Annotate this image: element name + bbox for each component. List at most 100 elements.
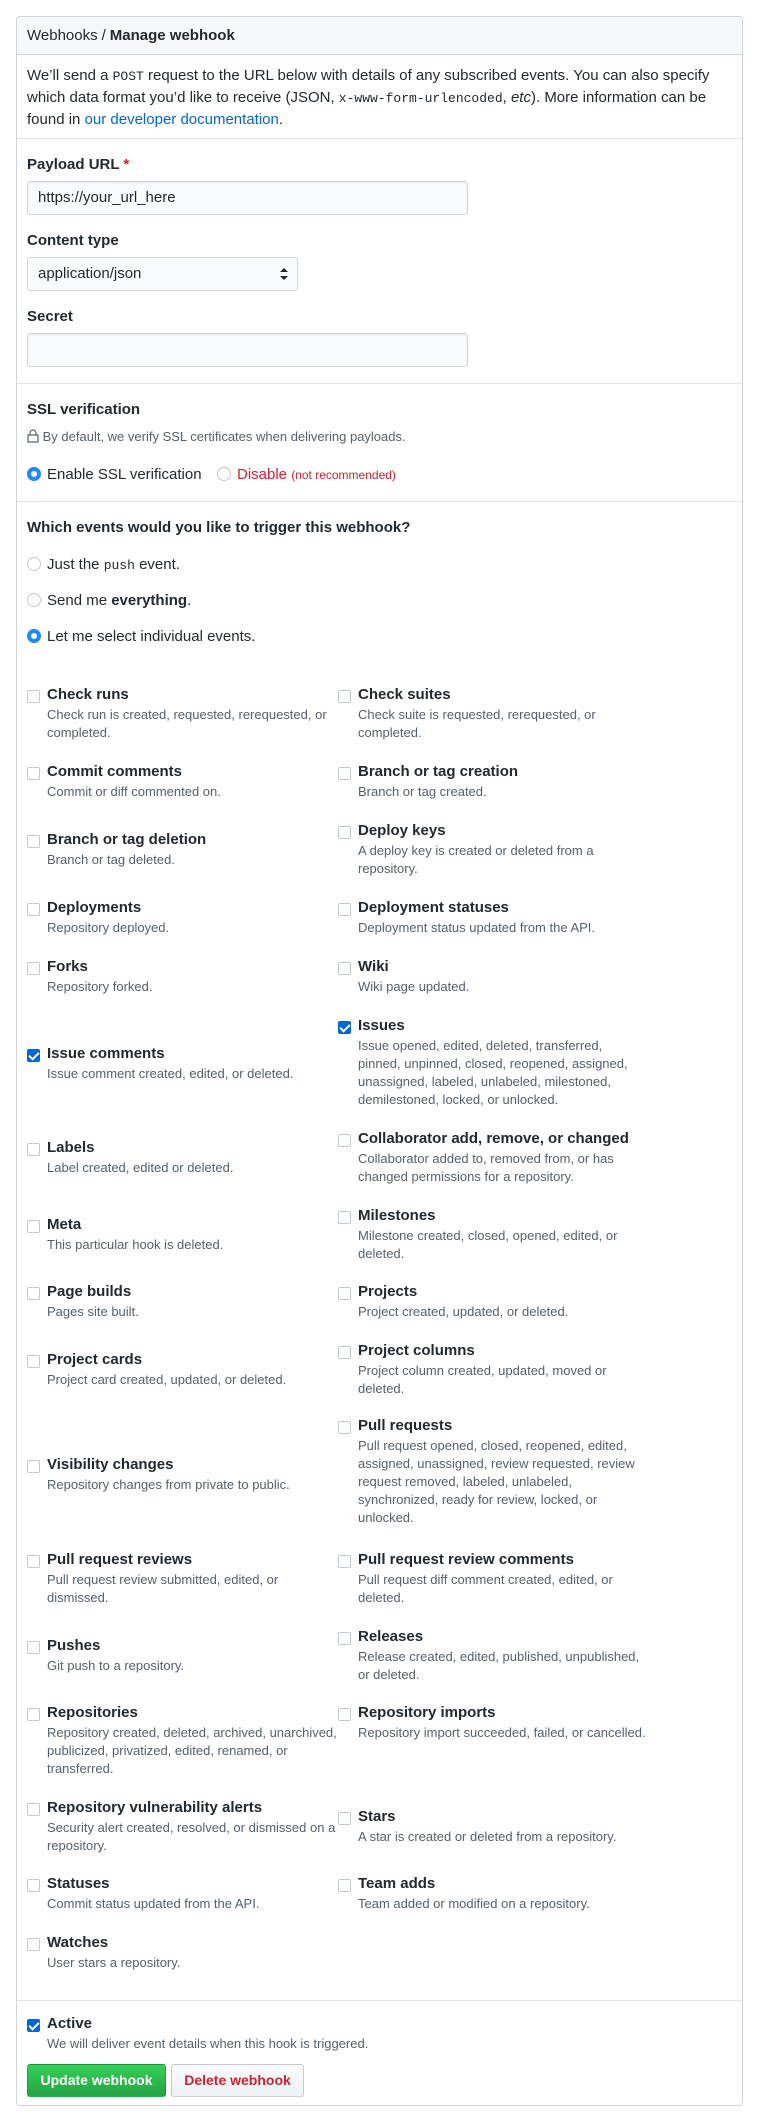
ssl-disable-radio[interactable]	[217, 467, 231, 482]
event-title: Issues	[358, 1017, 405, 1034]
event-checkbox[interactable]	[338, 903, 351, 916]
event-checkbox[interactable]	[27, 1355, 40, 1368]
event-title: Branch or tag creation	[358, 763, 519, 780]
event-checkbox[interactable]	[338, 1879, 351, 1892]
events-question: Which events would you like to trigger t…	[27, 519, 411, 536]
event-checkbox[interactable]	[338, 826, 351, 839]
event-checkbox[interactable]	[338, 1134, 351, 1147]
post-code: POST	[112, 69, 144, 84]
lock-icon	[27, 429, 39, 443]
event-desc: Release created, edited, published, unpu…	[358, 1649, 640, 1682]
event-checkbox[interactable]	[338, 1346, 351, 1359]
event-desc: Pull request review submitted, edited, o…	[47, 1572, 279, 1605]
event-checkbox[interactable]	[27, 1287, 40, 1300]
event-desc: A deploy key is created or deleted from …	[358, 843, 594, 876]
event-checkbox[interactable]	[27, 1555, 40, 1568]
event-checkbox[interactable]	[27, 1460, 40, 1473]
breadcrumb-webhooks[interactable]: Webhooks	[27, 27, 98, 44]
event-checkbox[interactable]	[338, 1632, 351, 1645]
event-desc: User stars a repository.	[47, 1955, 181, 1970]
event-checkbox[interactable]	[27, 835, 40, 848]
event-checkbox[interactable]	[338, 1211, 351, 1224]
event-checkbox[interactable]	[27, 903, 40, 916]
event-title: Deploy keys	[358, 822, 446, 839]
event-checkbox[interactable]	[27, 1143, 40, 1156]
events-push-radio[interactable]	[27, 557, 41, 572]
active-desc: We will deliver event details when this …	[47, 2036, 369, 2051]
developer-docs-link[interactable]: our developer documentation	[85, 111, 279, 128]
event-title: Releases	[358, 1628, 424, 1645]
event-checkbox[interactable]	[27, 1220, 40, 1233]
event-checkbox[interactable]	[338, 1812, 351, 1825]
event-desc: Pages site built.	[47, 1304, 139, 1319]
event-title: Project columns	[358, 1342, 475, 1359]
event-desc: Repository deployed.	[47, 920, 170, 935]
event-checkbox[interactable]	[27, 962, 40, 975]
content-type-label: Content type	[27, 232, 119, 249]
ssl-disable-option[interactable]: Disable (not recommended)	[217, 466, 396, 483]
payload-url-input[interactable]: https://your_url_here	[27, 181, 468, 215]
intro-text: We’ll send a POST request to the URL bel…	[27, 67, 710, 128]
events-all-option[interactable]: Send me everything.	[27, 592, 191, 609]
event-desc: Branch or tag created.	[358, 784, 487, 799]
event-desc: Milestone created, closed, opened, edite…	[358, 1228, 618, 1261]
delete-webhook-button[interactable]: Delete webhook	[171, 2064, 304, 2097]
events-individual-radio[interactable]	[27, 629, 41, 644]
event-title: Repository imports	[358, 1704, 496, 1721]
event-checkbox[interactable]	[27, 1938, 40, 1951]
event-checkbox[interactable]	[27, 690, 40, 703]
content-type-value: application/json	[38, 265, 142, 282]
event-title: Project cards	[47, 1351, 143, 1368]
event-title: Stars	[358, 1808, 396, 1825]
event-title: Check suites	[358, 686, 451, 703]
event-checkbox[interactable]	[338, 1287, 351, 1300]
event-checkbox[interactable]	[27, 1803, 40, 1816]
event-title: Watches	[47, 1934, 109, 1951]
update-webhook-button[interactable]: Update webhook	[27, 2064, 166, 2097]
content-type-select[interactable]: application/json	[27, 257, 298, 291]
ssl-enable-radio[interactable]	[27, 467, 41, 482]
breadcrumb-separator: /	[101, 27, 106, 44]
event-checkbox[interactable]	[338, 962, 351, 975]
event-desc: Check suite is requested, rerequested, o…	[358, 707, 596, 740]
event-checkbox[interactable]	[27, 1708, 40, 1721]
events-all-radio[interactable]	[27, 593, 41, 608]
event-title: Issue comments	[47, 1045, 165, 1062]
event-checkbox[interactable]	[27, 1049, 40, 1062]
event-checkbox[interactable]	[27, 1879, 40, 1892]
page-title: Manage webhook	[109, 27, 235, 44]
event-desc: Pull request diff comment created, edite…	[358, 1572, 613, 1605]
event-title: Pushes	[47, 1637, 101, 1654]
events-push-option[interactable]: Just the push event.	[27, 556, 180, 573]
active-checkbox[interactable]	[27, 2019, 40, 2032]
secret-label: Secret	[27, 308, 73, 325]
event-title: Pull requests	[358, 1417, 453, 1434]
payload-url-label: Payload URL *	[27, 156, 130, 173]
event-checkbox[interactable]	[338, 1021, 351, 1034]
event-desc: Repository forked.	[47, 979, 153, 994]
event-desc: Team added or modified on a repository.	[358, 1896, 590, 1911]
secret-input[interactable]	[27, 333, 468, 367]
event-desc: Issue opened, edited, deleted, transferr…	[358, 1038, 628, 1107]
event-desc: Wiki page updated.	[358, 979, 470, 994]
ssl-note: By default, we verify SSL certificates w…	[27, 429, 406, 444]
event-desc: Label created, edited or deleted.	[47, 1160, 234, 1175]
event-checkbox[interactable]	[338, 1555, 351, 1568]
event-desc: Repository created, deleted, archived, u…	[47, 1725, 337, 1776]
active-label: Active	[47, 2015, 93, 2032]
event-checkbox[interactable]	[27, 1641, 40, 1654]
event-checkbox[interactable]	[338, 1708, 351, 1721]
event-checkbox[interactable]	[338, 690, 351, 703]
event-title: Pull request review comments	[358, 1551, 574, 1568]
ssl-enable-option[interactable]: Enable SSL verification	[27, 466, 202, 483]
event-desc: Commit status updated from the API.	[47, 1896, 260, 1911]
event-checkbox[interactable]	[338, 767, 351, 780]
events-individual-option[interactable]: Let me select individual events.	[27, 628, 255, 645]
event-checkbox[interactable]	[27, 767, 40, 780]
event-title: Pull request reviews	[47, 1551, 193, 1568]
event-desc: Git push to a repository.	[47, 1658, 185, 1673]
box-header: Webhooks / Manage webhook	[17, 17, 742, 55]
event-title: Milestones	[358, 1207, 436, 1224]
divider	[17, 383, 742, 384]
event-checkbox[interactable]	[338, 1421, 351, 1434]
